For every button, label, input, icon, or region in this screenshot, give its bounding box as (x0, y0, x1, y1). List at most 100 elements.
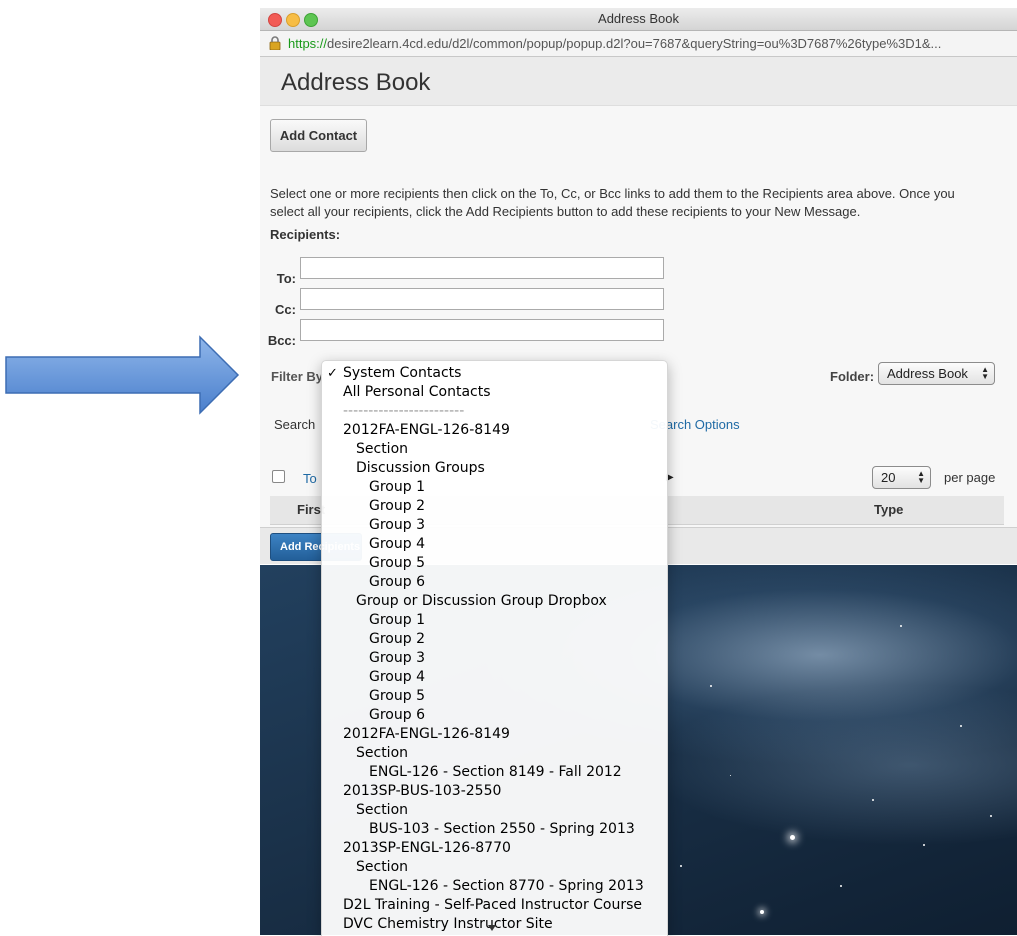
dropdown-option[interactable]: 2012FA-ENGL-126-8149 (322, 421, 667, 440)
dropdown-option-label: 2013SP-ENGL-126-8770 (343, 840, 511, 856)
dropdown-option[interactable]: 2013SP-ENGL-126-8770 (322, 839, 667, 858)
star (840, 885, 842, 887)
dropdown-option-label: Section (356, 802, 409, 818)
dropdown-option[interactable]: Section (322, 858, 667, 877)
star (960, 725, 962, 727)
star (872, 799, 874, 801)
dropdown-option-label: 2013SP-BUS-103-2550 (343, 783, 502, 799)
dropdown-option-label: ENGL-126 - Section 8149 - Fall 2012 (369, 764, 622, 780)
per-page-select[interactable]: 20 ▲ ▼ (872, 466, 931, 489)
dropdown-option[interactable]: Group 3 (322, 516, 667, 535)
star (680, 865, 682, 867)
updown-chevron-icon: ▲ ▼ (981, 365, 989, 381)
address-bar[interactable]: https://desire2learn.4cd.edu/d2l/common/… (260, 31, 1017, 57)
dropdown-option[interactable]: Group 5 (322, 554, 667, 573)
dropdown-option[interactable]: Group 3 (322, 649, 667, 668)
dropdown-option-label: Group 5 (369, 688, 425, 704)
dropdown-option-label: ------------------------ (343, 403, 465, 419)
to-label: To: (276, 271, 296, 286)
dropdown-option-label: BUS-103 - Section 2550 - Spring 2013 (369, 821, 635, 837)
to-field[interactable] (300, 257, 664, 279)
scroll-down-icon[interactable] (488, 925, 496, 931)
dropdown-option[interactable]: ✓ System Contacts (322, 364, 667, 383)
dropdown-option[interactable]: Discussion Groups (322, 459, 667, 478)
dropdown-option-label: 2012FA-ENGL-126-8149 (343, 726, 510, 742)
dropdown-option-label: Group or Discussion Group Dropbox (356, 593, 607, 609)
star (710, 685, 712, 687)
dropdown-option-label: Group 6 (369, 574, 425, 590)
search-label: Search (274, 417, 316, 432)
updown-chevron-icon: ▲ ▼ (917, 469, 925, 485)
dropdown-option[interactable]: Group 2 (322, 630, 667, 649)
dropdown-option[interactable]: Section (322, 801, 667, 820)
dropdown-option-label: DVC Chemistry Instructor Site (343, 916, 553, 932)
dropdown-option-label: Section (356, 745, 409, 761)
dropdown-option[interactable]: D2L Training - Self-Paced Instructor Cou… (322, 896, 667, 915)
url-scheme: https:// (288, 36, 328, 51)
dropdown-option[interactable]: ENGL-126 - Section 8770 - Spring 2013 (322, 877, 667, 896)
dropdown-option[interactable]: 2013SP-BUS-103-2550 (322, 782, 667, 801)
window-title: Address Book (598, 11, 679, 26)
url-path: /d2l/common/popup/popup.d2l?ou=7687&quer… (448, 36, 942, 51)
pointer-arrow-icon (5, 335, 240, 415)
dropdown-option-label: ENGL-126 - Section 8770 - Spring 2013 (369, 878, 644, 894)
star (790, 835, 795, 840)
checkmark-icon: ✓ (327, 366, 338, 381)
dropdown-option[interactable]: Group 1 (322, 611, 667, 630)
folder-label: Folder: (830, 369, 875, 384)
dropdown-option-label: Group 6 (369, 707, 425, 723)
dropdown-option-label: Section (356, 859, 409, 875)
filter-options-list: ✓ System Contacts All Personal Contacts ---… (322, 361, 667, 934)
dropdown-option-label: Group 1 (369, 612, 425, 628)
dropdown-option[interactable]: ENGL-126 - Section 8149 - Fall 2012 (322, 763, 667, 782)
dropdown-separator: ------------------------ (322, 402, 667, 421)
dropdown-option[interactable]: Group 6 (322, 706, 667, 725)
folder-select-value: Address Book (887, 366, 968, 381)
per-page-label: per page (944, 470, 996, 485)
folder-select[interactable]: Address Book ▲ ▼ (878, 362, 995, 385)
dropdown-option-label: Group 1 (369, 479, 425, 495)
dropdown-option[interactable]: All Personal Contacts (322, 383, 667, 402)
recipients-label: Recipients: (270, 227, 341, 242)
dropdown-option[interactable]: Group 1 (322, 478, 667, 497)
dropdown-option-label: 2012FA-ENGL-126-8149 (343, 422, 510, 438)
page-header: Address Book (260, 57, 1017, 106)
url-host: desire2learn.4cd.edu (327, 36, 449, 51)
star (923, 844, 925, 846)
dropdown-option-label: System Contacts (343, 365, 462, 381)
per-page-value: 20 (881, 470, 896, 485)
dropdown-option-label: D2L Training - Self-Paced Instructor Cou… (343, 897, 643, 913)
to-link[interactable]: To (303, 471, 317, 486)
dropdown-option[interactable]: Group or Discussion Group Dropbox (322, 592, 667, 611)
dropdown-option-label: Group 3 (369, 517, 425, 533)
star (760, 910, 764, 914)
dropdown-option[interactable]: Group 2 (322, 497, 667, 516)
dropdown-option[interactable]: 2012FA-ENGL-126-8149 (322, 725, 667, 744)
dropdown-option[interactable]: Group 5 (322, 687, 667, 706)
dropdown-option-label: Group 3 (369, 650, 425, 666)
lock-icon (269, 36, 281, 50)
dropdown-option[interactable]: Section (322, 744, 667, 763)
dropdown-option-label: Group 4 (369, 536, 425, 552)
dropdown-option[interactable]: Group 4 (322, 535, 667, 554)
add-contact-button[interactable]: Add Contact (270, 119, 367, 152)
filter-by-dropdown-menu[interactable]: ✓ System Contacts All Personal Contacts ---… (321, 360, 668, 936)
bcc-field[interactable] (300, 319, 664, 341)
dropdown-option[interactable]: Group 4 (322, 668, 667, 687)
filter-by-label: Filter By (271, 369, 324, 384)
dropdown-option-label: Discussion Groups (356, 460, 485, 476)
dropdown-option-label: Group 2 (369, 631, 425, 647)
cc-field[interactable] (300, 288, 664, 310)
dropdown-option-label: Group 5 (369, 555, 425, 571)
dropdown-option[interactable]: Group 6 (322, 573, 667, 592)
dropdown-option[interactable]: Section (322, 440, 667, 459)
dropdown-option[interactable]: BUS-103 - Section 2550 - Spring 2013 (322, 820, 667, 839)
url-text: https://desire2learn.4cd.edu/d2l/common/… (288, 36, 941, 51)
select-all-checkbox[interactable] (272, 470, 285, 483)
dropdown-option-label: Section (356, 441, 409, 457)
cc-label: Cc: (275, 302, 296, 317)
bcc-label: Bcc: (267, 333, 296, 348)
instructions-text: Select one or more recipients then click… (270, 186, 955, 219)
column-header-type[interactable]: Type (874, 502, 903, 517)
star (990, 815, 992, 817)
